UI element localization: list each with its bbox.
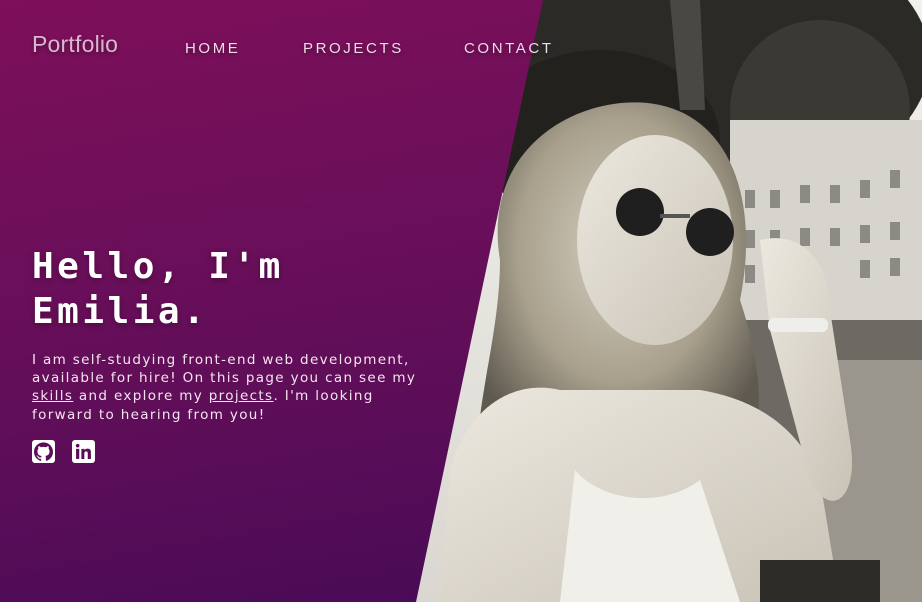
hero-title: Hello, I'm Emilia. [32,244,422,334]
top-navigation: Portfolio HOME PROJECTS CONTACT [0,0,922,96]
page: Portfolio HOME PROJECTS CONTACT Hello, I… [0,0,922,602]
social-links [32,440,95,463]
github-icon[interactable] [32,440,55,463]
nav-link-home[interactable]: HOME [185,40,240,57]
intro-text-2: and explore my [73,388,209,405]
projects-link[interactable]: projects [209,388,274,404]
hero-title-line2: Emilia. [32,291,209,332]
hero-title-line1: Hello, I'm [32,246,284,287]
intro-text-1: I am self-studying front-end web develop… [32,352,417,387]
brand-logo[interactable]: Portfolio [32,31,118,58]
hero-intro: I am self-studying front-end web develop… [32,351,422,424]
nav-link-contact[interactable]: CONTACT [464,40,554,57]
hero-section: Hello, I'm Emilia. I am self-studying fr… [32,244,422,424]
linkedin-icon[interactable] [72,440,95,463]
skills-link[interactable]: skills [32,388,73,404]
nav-link-projects[interactable]: PROJECTS [303,40,404,57]
